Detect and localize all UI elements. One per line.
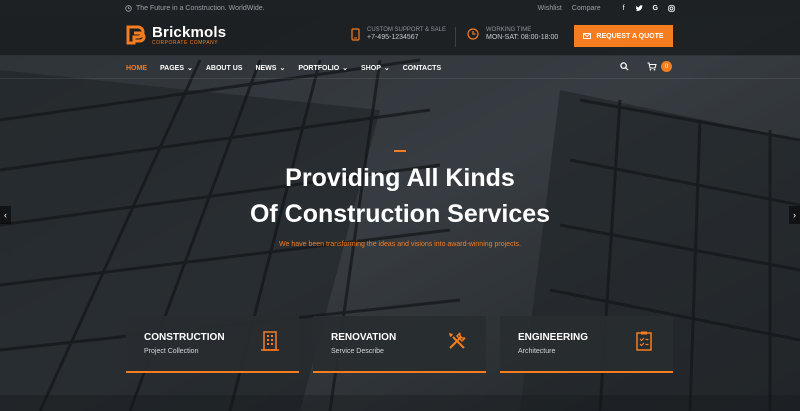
nav-label: PORTFOLIO: [298, 64, 340, 72]
service-card-construction[interactable]: CONSTRUCTION Project Collection: [126, 316, 299, 373]
nav-label: PAGES: [160, 64, 184, 72]
cart-button[interactable]: 0: [647, 61, 672, 72]
tagline-text: The Future in a Construction. WorldWide.: [136, 4, 265, 12]
service-desc: Architecture: [518, 348, 556, 355]
search-icon[interactable]: [620, 62, 629, 71]
hero-subtitle: We have been transforming the ideas and …: [279, 241, 521, 248]
logo[interactable]: Brickmols CORPORATE COMPANY: [125, 24, 226, 46]
checklist-icon: [636, 331, 652, 351]
nav-label: SHOP: [361, 64, 381, 72]
nav-item-pages[interactable]: PAGES ⌄: [160, 64, 193, 73]
hero-bottom-shade: [0, 395, 800, 411]
hours-value: MON-SAT: 08:00-18:00: [486, 34, 559, 41]
building-icon: [261, 331, 279, 351]
support-phone[interactable]: +7-495-1234567: [367, 34, 446, 41]
chevron-down-icon: ⌄: [187, 65, 193, 72]
support-info: CUSTOM SUPPORT & SALE +7-495-1234567: [351, 27, 446, 41]
hero-title: Providing All Kinds Of Construction Serv…: [0, 160, 800, 232]
nav-item-news[interactable]: NEWS ⌄: [255, 64, 286, 73]
google-icon[interactable]: G: [653, 5, 658, 12]
service-title: ENGINEERING: [518, 332, 589, 343]
service-title: CONSTRUCTION: [144, 332, 225, 343]
header: Brickmols CORPORATE COMPANY CUSTOM SUPPO…: [0, 16, 800, 56]
nav-item-about-us[interactable]: ABOUT US: [206, 65, 243, 72]
clock-icon: [467, 28, 479, 40]
nav-item-shop[interactable]: SHOP ⌄: [361, 64, 390, 73]
chevron-down-icon: ⌄: [279, 65, 286, 72]
service-desc: Project Collection: [144, 348, 199, 355]
service-card-engineering[interactable]: ENGINEERING Architecture: [500, 316, 673, 373]
instagram-icon[interactable]: [668, 4, 675, 12]
request-quote-label: REQUEST A QUOTE: [596, 32, 664, 40]
hero-title-line-2: Of Construction Services: [249, 200, 551, 228]
tools-icon: [449, 332, 466, 349]
support-label: CUSTOM SUPPORT & SALE: [367, 27, 447, 33]
wishlist-link[interactable]: Wishlist: [538, 5, 562, 12]
twitter-icon[interactable]: [635, 4, 643, 12]
service-card-renovation[interactable]: RENOVATION Service Describe: [313, 316, 486, 373]
nav-label: HOME: [126, 64, 147, 72]
brand-name: Brickmols: [152, 24, 227, 41]
nav-label: ABOUT US: [205, 64, 243, 72]
nav-item-portfolio[interactable]: PORTFOLIO ⌄: [298, 64, 349, 73]
main-nav: HOME PAGES ⌄ ABOUT US NEWS ⌄ PORTFOLIO ⌄ SH…: [0, 57, 800, 79]
nav-item-contacts[interactable]: CONTACTS: [403, 65, 441, 72]
nav-label: CONTACTS: [402, 64, 442, 72]
top-bar: The Future in a Construction. WorldWide.…: [0, 0, 800, 16]
facebook-icon[interactable]: f: [623, 5, 625, 12]
hero-title-line-1: Providing All Kinds: [285, 164, 515, 192]
nav-item-home[interactable]: HOME: [126, 65, 147, 72]
service-desc: Service Describe: [331, 348, 384, 355]
tagline: The Future in a Construction. WorldWide.: [125, 5, 265, 12]
hours-info: WORKING TIME MON-SAT: 08:00-18:00: [467, 27, 558, 41]
compare-link[interactable]: Compare: [572, 5, 601, 12]
hero-accent-line: [394, 150, 406, 152]
cart-count-badge: 0: [661, 61, 672, 72]
hours-label: WORKING TIME: [486, 27, 532, 33]
brand-subtitle: CORPORATE COMPANY: [152, 40, 219, 46]
clock-icon: [125, 4, 132, 12]
phone-icon: [351, 27, 360, 41]
request-quote-button[interactable]: REQUEST A QUOTE: [574, 25, 673, 47]
service-title: RENOVATION: [331, 332, 397, 343]
nav-label: NEWS: [255, 64, 277, 72]
logo-icon: [126, 25, 146, 45]
cart-icon: [647, 62, 657, 71]
envelope-icon: [583, 33, 592, 39]
chevron-down-icon: ⌄: [342, 65, 349, 72]
chevron-down-icon: ⌄: [383, 65, 390, 72]
header-divider: [455, 27, 456, 47]
